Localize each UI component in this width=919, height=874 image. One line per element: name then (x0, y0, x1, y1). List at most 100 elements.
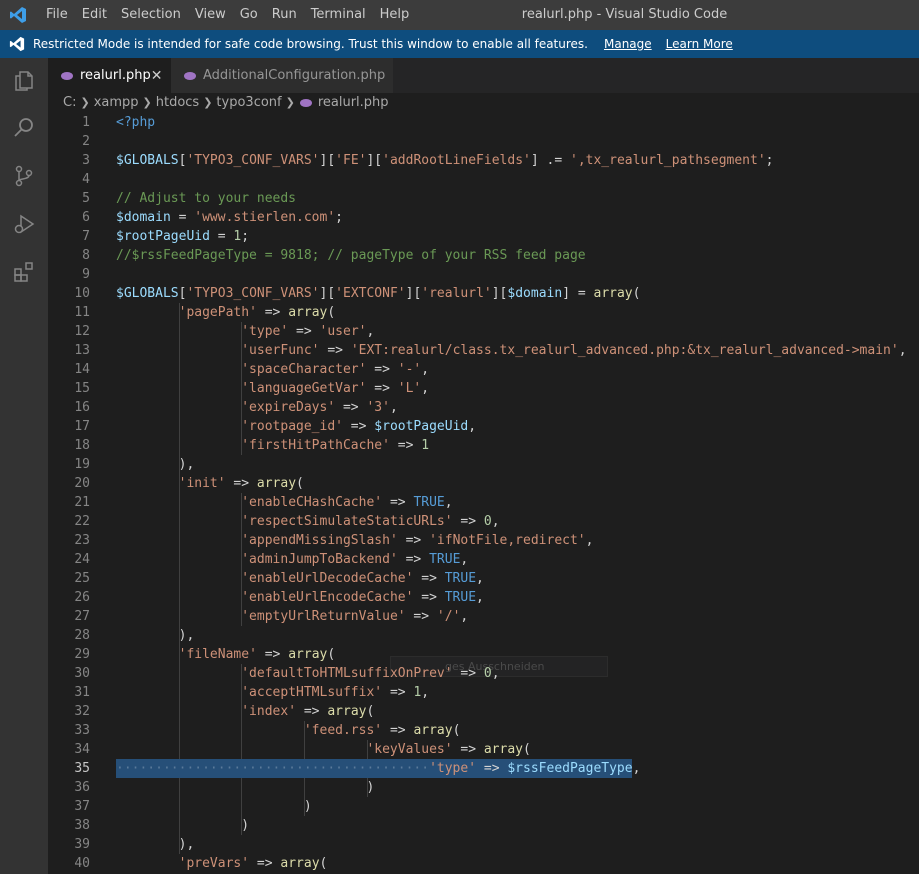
code-line[interactable]: 25 'enableUrlDecodeCache' => TRUE, (48, 569, 919, 588)
code-line[interactable]: 22 'respectSimulateStaticURLs' => 0, (48, 512, 919, 531)
source-control-icon[interactable] (12, 164, 36, 188)
code-token: $domain (116, 210, 171, 225)
code-text: 'adminJumpToBackend' => TRUE, (116, 550, 468, 569)
code-token: array (288, 647, 328, 662)
code-line[interactable]: 18 'firstHitPathCache' => 1 (48, 436, 919, 455)
code-line[interactable]: 38 ) (48, 816, 919, 835)
code-line[interactable]: 32 'index' => array( (48, 702, 919, 721)
code-line[interactable]: 40 'preVars' => array( (48, 854, 919, 873)
code-line[interactable]: 23 'appendMissingSlash' => 'ifNotFile,re… (48, 531, 919, 550)
code-line[interactable]: 36 ) (48, 778, 919, 797)
code-line[interactable]: 5 // Adjust to your needs (48, 189, 919, 208)
code-line[interactable]: 2 (48, 132, 919, 151)
code-token: => (452, 742, 484, 757)
line-number: 28 (74, 628, 90, 643)
menu-item-view[interactable]: View (188, 0, 233, 30)
code-token: => (452, 514, 484, 529)
code-line[interactable]: 26 'enableUrlEncodeCache' => TRUE, (48, 588, 919, 607)
code-line[interactable]: 39 ), (48, 835, 919, 854)
code-token: 'user' (319, 324, 367, 339)
code-line[interactable]: 7 $rootPageUid = 1; (48, 227, 919, 246)
breadcrumb-item[interactable]: C: (63, 95, 76, 110)
menu-item-file[interactable]: File (39, 0, 75, 30)
code-token: 'defaultToHTMLsuffixOnPrev' (241, 666, 453, 681)
code-token: ][ (319, 286, 336, 301)
menu-item-run[interactable]: Run (265, 0, 304, 30)
breadcrumb-item[interactable]: realurl.php (318, 95, 389, 110)
code-token: => (382, 723, 414, 738)
code-token: 'languageGetVar' (241, 381, 367, 396)
line-number: 17 (74, 419, 90, 434)
menu-item-selection[interactable]: Selection (114, 0, 188, 30)
tab-realurl[interactable]: realurl.php ✕ (48, 58, 171, 93)
code-line[interactable]: 29 'fileName' => array( (48, 645, 919, 664)
code-line[interactable]: 10 $GLOBALS['TYPO3_CONF_VARS']['EXTCONF']… (48, 284, 919, 303)
line-number: 5 (82, 191, 90, 206)
menu-item-help[interactable]: Help (373, 0, 417, 30)
breadcrumb-item[interactable]: typo3conf (216, 95, 281, 110)
learn-more-link[interactable]: Learn More (666, 37, 733, 51)
code-token: , (444, 495, 453, 510)
code-token: $GLOBALS (116, 153, 179, 168)
code-token: ( (523, 742, 531, 757)
code-token: ( (632, 286, 641, 301)
code-token: //$rssFeedPageType = 9818; // pageType o… (116, 248, 586, 263)
line-number: 8 (82, 248, 90, 263)
code-line[interactable]: 21 'enableCHashCache' => TRUE, (48, 493, 919, 512)
code-token: 'EXTCONF' (335, 286, 406, 301)
explorer-icon[interactable] (12, 68, 36, 92)
code-line[interactable]: 13 'userFunc' => 'EXT:realurl/class.tx_r… (48, 341, 919, 360)
code-token: => (413, 590, 445, 605)
code-line[interactable]: 4 (48, 170, 919, 189)
breadcrumb-item[interactable]: htdocs (156, 95, 199, 110)
code-line[interactable]: 1 <?php (48, 113, 919, 132)
code-line[interactable]: 6 $domain = 'www.stierlen.com'; (48, 208, 919, 227)
code-line[interactable]: 15 'languageGetVar' => 'L', (48, 379, 919, 398)
code-line[interactable]: 16 'expireDays' => '3', (48, 398, 919, 417)
menu-item-go[interactable]: Go (233, 0, 265, 30)
vscode-logo-icon[interactable] (9, 6, 27, 24)
code-line[interactable]: 34 'keyValues' => array( (48, 740, 919, 759)
code-token: $domain (507, 286, 563, 301)
run-debug-icon[interactable] (12, 212, 36, 236)
code-line[interactable]: 19 ), (48, 455, 919, 474)
line-number: 38 (74, 818, 90, 833)
manage-link[interactable]: Manage (604, 37, 652, 51)
code-line[interactable]: 24 'adminJumpToBackend' => TRUE, (48, 550, 919, 569)
code-token: 'rootpage_id' (241, 419, 343, 434)
code-line[interactable]: 33 'feed.rss' => array( (48, 721, 919, 740)
code-line[interactable]: 17 'rootpage_id' => $rootPageUid, (48, 417, 919, 436)
code-line[interactable]: 3 $GLOBALS['TYPO3_CONF_VARS']['FE']['addR… (48, 151, 919, 170)
menu-item-edit[interactable]: Edit (75, 0, 114, 30)
close-icon[interactable]: ✕ (151, 68, 163, 84)
code-line[interactable]: 8 //$rssFeedPageType = 9818; // pageType … (48, 246, 919, 265)
code-text: ········································… (116, 759, 640, 778)
tab-additional-configuration[interactable]: AdditionalConfiguration.php (171, 58, 393, 93)
code-line[interactable]: 12 'type' => 'user', (48, 322, 919, 341)
breadcrumb-item[interactable]: xampp (94, 95, 139, 110)
code-token: // Adjust to your needs (116, 191, 297, 206)
code-line[interactable]: 31 'acceptHTMLsuffix' => 1, (48, 683, 919, 702)
line-number: 26 (74, 590, 90, 605)
code-line[interactable]: 28 ), (48, 626, 919, 645)
code-editor[interactable]: ges Ausschneiden 1 <?php 2 3 $GLOBALS['TYPO3… (48, 112, 919, 874)
code-line[interactable]: 14 'spaceCharacter' => '-', (48, 360, 919, 379)
code-line[interactable]: 35 ······································… (48, 759, 919, 778)
code-token: , (585, 533, 594, 548)
code-token: => (319, 343, 351, 358)
code-line[interactable]: 20 'init' => array( (48, 474, 919, 493)
code-text: ), (116, 455, 195, 474)
search-icon[interactable] (12, 116, 36, 140)
code-line[interactable]: 9 (48, 265, 919, 284)
code-line[interactable]: 11 'pagePath' => array( (48, 303, 919, 322)
code-line[interactable]: 30 'defaultToHTMLsuffixOnPrev' => 0, (48, 664, 919, 683)
code-line[interactable]: 37 ) (48, 797, 919, 816)
extensions-icon[interactable] (12, 260, 36, 284)
code-text: 'acceptHTMLsuffix' => 1, (116, 683, 429, 702)
code-line[interactable]: 27 'emptyUrlReturnValue' => '/', (48, 607, 919, 626)
menu-item-terminal[interactable]: Terminal (304, 0, 373, 30)
